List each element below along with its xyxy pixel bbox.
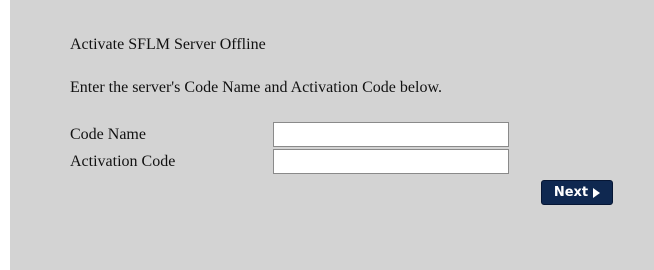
activation-code-input[interactable] — [273, 149, 509, 174]
play-arrow-icon — [593, 187, 601, 198]
next-button[interactable]: Next — [541, 180, 613, 205]
code-name-label: Code Name — [70, 126, 146, 143]
code-name-input[interactable] — [273, 122, 509, 147]
activation-code-row: Activation Code — [70, 149, 590, 175]
next-button-label: Next — [553, 185, 589, 200]
activation-panel: Activate SFLM Server Offline Enter the s… — [10, 0, 654, 270]
page-title: Activate SFLM Server Offline — [70, 36, 266, 53]
instructions-text: Enter the server's Code Name and Activat… — [70, 79, 442, 96]
activation-code-label: Activation Code — [70, 153, 176, 170]
code-name-row: Code Name — [70, 122, 590, 148]
